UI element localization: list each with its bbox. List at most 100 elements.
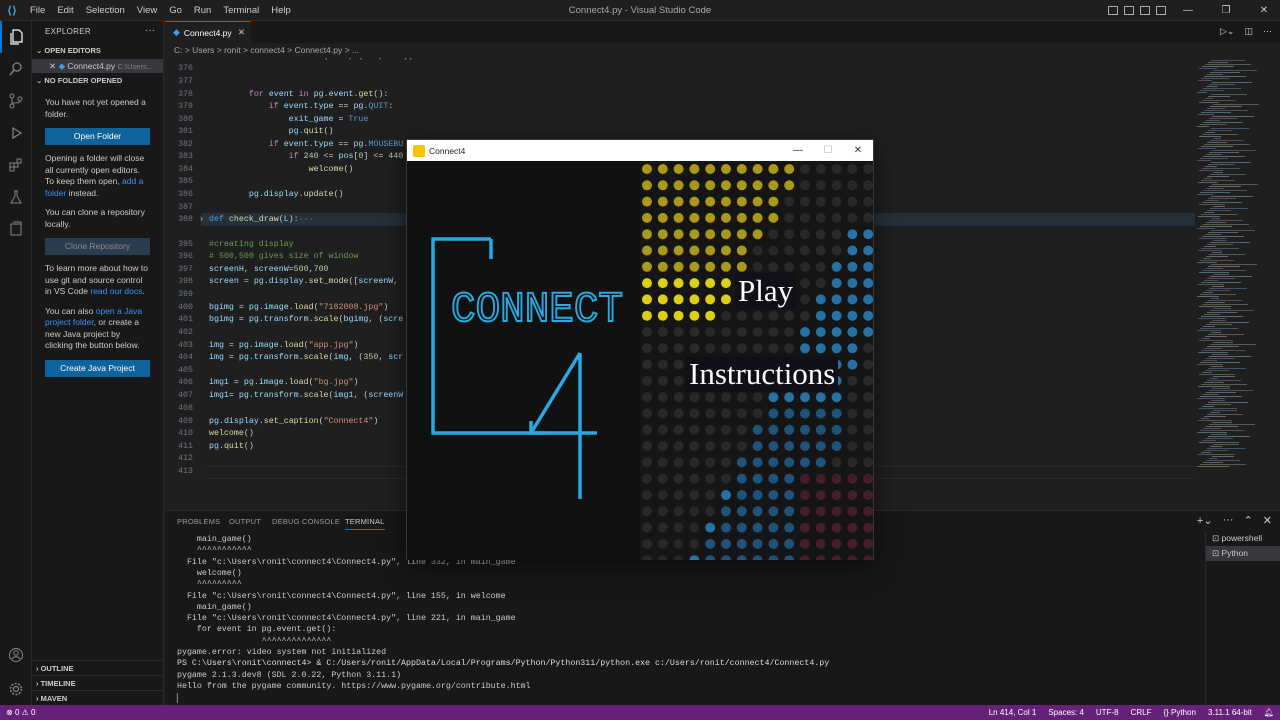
play-button[interactable]: Play	[735, 273, 797, 309]
activity-bar	[0, 21, 32, 705]
terminal-line: pygame.error: video system not initializ…	[177, 648, 387, 657]
run-debug-icon[interactable]	[0, 117, 32, 149]
python-interpreter[interactable]: 3.11.1 64-bit	[1202, 708, 1258, 717]
encoding[interactable]: UTF-8	[1090, 708, 1125, 717]
tab-label: Connect4.py	[183, 27, 232, 38]
extensions-icon[interactable]	[0, 149, 32, 181]
search-icon[interactable]	[0, 53, 32, 85]
maven-section[interactable]: › MAVEN	[32, 690, 163, 705]
toggle-sidebar-icon[interactable]	[1108, 6, 1118, 15]
toggle-secondary-sidebar-icon[interactable]	[1140, 6, 1150, 15]
instructions-button[interactable]: Instructions	[686, 356, 839, 392]
logo-number: 4	[407, 161, 408, 162]
line-number: 410	[178, 429, 193, 438]
cursor-position[interactable]: Ln 414, Col 1	[983, 708, 1043, 717]
panel-more-icon[interactable]: ···	[1223, 514, 1234, 527]
terminal-item-python[interactable]: ⊡ Python	[1206, 546, 1280, 561]
pygame-window[interactable]: Connect4 — ☐ ✕ CONNECT 4 Play Instructio…	[406, 139, 874, 560]
settings-gear-icon[interactable]	[0, 673, 32, 705]
close-panel-icon[interactable]: ✕	[1263, 514, 1272, 527]
new-terminal-icon[interactable]: +⌄	[1197, 514, 1213, 527]
code-line: pg.quit()	[209, 442, 254, 451]
testing-icon[interactable]	[0, 181, 32, 213]
line-number: 402	[178, 328, 193, 337]
code-line: bgimg = pg.transform.scale(bgimg, (scre	[209, 315, 404, 324]
notifications-bell-icon[interactable]: 🔔︎	[1258, 708, 1280, 717]
toggle-panel-icon[interactable]	[1124, 6, 1134, 15]
explorer-icon[interactable]	[0, 21, 32, 53]
close-icon[interactable]: ✕	[1248, 5, 1280, 16]
menu-edit[interactable]: Edit	[51, 5, 79, 16]
customize-layout-icon[interactable]	[1156, 6, 1166, 15]
clone-repository-button[interactable]: Clone Repository	[45, 238, 150, 255]
remote-explorer-icon[interactable]	[0, 213, 32, 245]
line-number: 380	[178, 115, 193, 124]
run-python-icon[interactable]: ▷⌄	[1220, 26, 1234, 37]
line-number: 386	[178, 190, 193, 199]
menu-help[interactable]: Help	[265, 5, 297, 16]
tab-problems[interactable]: PROBLEMS	[177, 517, 220, 526]
create-java-project-button[interactable]: Create Java Project	[45, 359, 150, 377]
menu-selection[interactable]: Selection	[80, 5, 131, 16]
terminal-line: pygame 2.1.3.dev8 (SDL 2.0.22, Python 3.…	[177, 670, 402, 680]
minimize-icon[interactable]: —	[1172, 5, 1204, 16]
restore-icon[interactable]: ❐	[1210, 5, 1242, 16]
line-number: 403	[178, 341, 193, 350]
game-menu-panel: Play Instructions	[640, 161, 873, 560]
close-editor-icon[interactable]: ✕	[49, 61, 56, 71]
pygame-minimize-icon[interactable]: —	[783, 145, 813, 156]
indentation[interactable]: Spaces: 4	[1042, 708, 1090, 717]
no-folder-section[interactable]: ⌄ NO FOLDER OPENED	[32, 73, 163, 89]
minimap[interactable]	[1195, 58, 1280, 510]
line-number: 411	[178, 442, 193, 451]
menu-terminal[interactable]: Terminal	[217, 5, 265, 16]
close-tab-icon[interactable]: ✕	[238, 27, 245, 38]
game-canvas[interactable]: CONNECT 4 Play Instructions	[407, 161, 873, 560]
pygame-title-bar[interactable]: Connect4 — ☐ ✕	[407, 140, 873, 161]
line-number: 405	[178, 366, 193, 375]
pygame-maximize-icon[interactable]: ☐	[813, 145, 843, 156]
java-note-text: You can also	[45, 305, 96, 316]
account-icon[interactable]	[0, 639, 32, 671]
code-line: screen.blit(text, (200, 400))	[209, 58, 413, 61]
terminal-line: Hello from the pygame community. https:/…	[177, 681, 531, 691]
tab-output[interactable]: OUTPUT	[229, 517, 261, 526]
menu-run[interactable]: Run	[188, 5, 217, 16]
more-actions-icon[interactable]: ···	[145, 25, 155, 36]
tab-connect4[interactable]: ◆ Connect4.py ✕	[165, 21, 251, 43]
tab-debug-console[interactable]: DEBUG CONSOLE	[272, 517, 340, 526]
line-number: 399	[178, 290, 193, 299]
connect4-logo: CONNECT 4	[407, 161, 624, 499]
editor-more-icon[interactable]: ···	[1263, 26, 1272, 37]
timeline-label: TIMELINE	[40, 679, 76, 688]
problems-status[interactable]: ⊗ 0 ⚠ 0	[0, 708, 41, 717]
open-editor-item[interactable]: ✕ ◆ Connect4.py C:\Users...	[32, 59, 163, 73]
code-line: if 240 <= pos[0] <= 440	[288, 152, 404, 161]
maximize-panel-icon[interactable]: ⌃	[1244, 514, 1253, 527]
read-docs-link[interactable]: read our docs	[90, 286, 142, 296]
pygame-close-icon[interactable]: ✕	[843, 145, 873, 156]
menu-view[interactable]: View	[131, 5, 163, 16]
line-number: 383	[178, 152, 193, 161]
menu-go[interactable]: Go	[163, 5, 188, 16]
open-editors-section[interactable]: ⌄ OPEN EDITORS	[32, 43, 163, 59]
menu-file[interactable]: File	[24, 5, 51, 16]
code-line: for event in pg.event.get():	[248, 90, 389, 99]
timeline-section[interactable]: › TIMELINE	[32, 675, 163, 690]
error-count: 0	[14, 708, 20, 717]
code-line: exit_game = True	[288, 115, 369, 124]
source-control-icon[interactable]	[0, 85, 32, 117]
outline-section[interactable]: › OUTLINE	[32, 660, 163, 675]
split-editor-icon[interactable]: ◫	[1244, 26, 1253, 37]
code-line: screenH, screenW=500,700	[209, 265, 329, 274]
line-number: 388	[178, 215, 193, 224]
code-line: pg.display.update()	[248, 190, 344, 199]
tab-terminal[interactable]: TERMINAL	[345, 517, 385, 530]
open-folder-button[interactable]: Open Folder	[45, 128, 150, 145]
terminal-line: File "c:\Users\ronit\connect4\Connect4.p…	[177, 591, 506, 601]
breadcrumb[interactable]: C: > Users > ronit > connect4 > Connect4…	[165, 43, 1195, 58]
terminal-item-powershell[interactable]: ⊡ powershell	[1206, 531, 1280, 546]
end-of-line[interactable]: CRLF	[1125, 708, 1158, 717]
language-mode[interactable]: {} Python	[1157, 708, 1201, 717]
line-number: 404	[178, 353, 193, 362]
